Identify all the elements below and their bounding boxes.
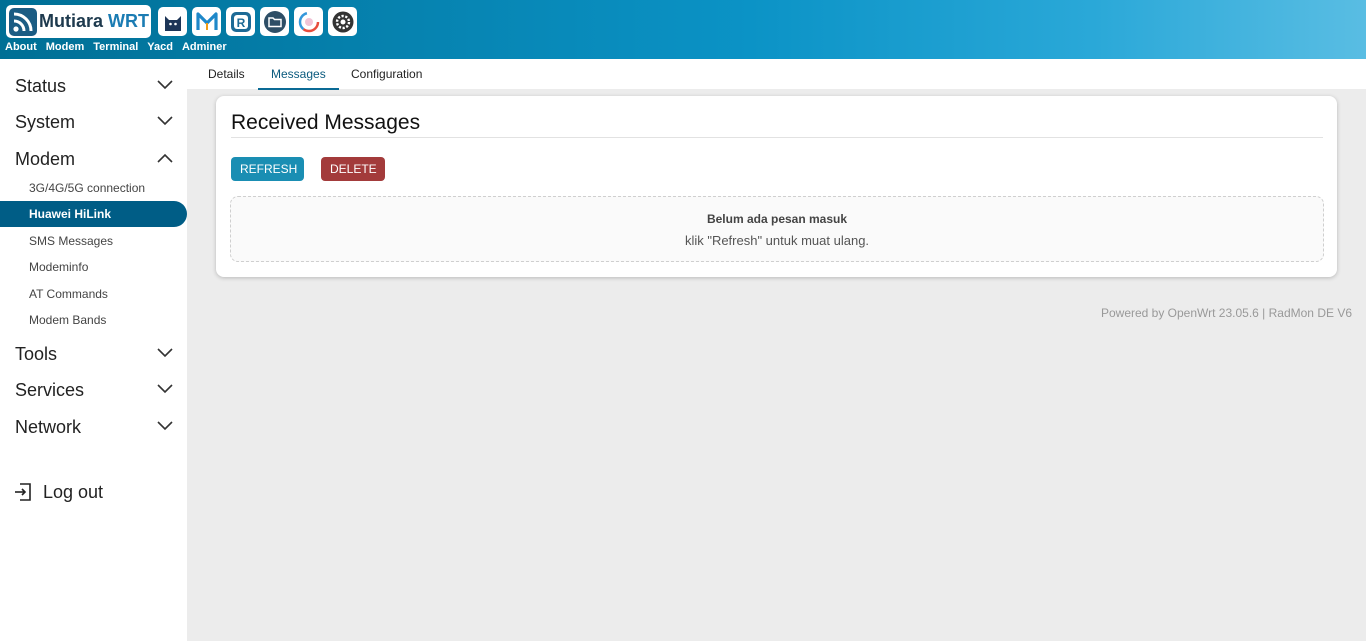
sidebar: Status System Modem 3G/4G/5G connection … [0,59,187,641]
sidebar-item-sms-messages[interactable]: SMS Messages [0,228,187,254]
sidebar-item-at-commands[interactable]: AT Commands [0,281,187,307]
sidebar-section-modem[interactable]: Modem [0,143,187,173]
sidebar-item-huawei-hilink[interactable]: Huawei HiLink [0,201,187,227]
empty-state-title: Belum ada pesan masuk [706,212,848,226]
sidebar-section-label: Network [15,417,82,437]
tab-configuration[interactable]: Configuration [338,67,435,88]
gauge-icon[interactable] [294,7,323,36]
chevron-down-icon [157,116,173,126]
sidebar-item-label: Modem Bands [29,313,107,327]
chevron-up-icon [157,153,173,163]
sidebar-section-system[interactable]: System [0,106,187,136]
nav-about[interactable]: About [5,41,37,53]
r-logo-icon[interactable]: R [226,7,255,36]
sidebar-item-label: Modeminfo [29,260,89,274]
top-nav: About Modem Terminal Yacd Adminer [5,41,227,53]
nav-adminer[interactable]: Adminer [182,41,227,53]
sidebar-section-services[interactable]: Services [0,374,187,404]
chevron-down-icon [157,80,173,90]
tab-messages[interactable]: Messages [258,67,339,90]
sidebar-section-tools[interactable]: Tools [0,338,187,368]
sidebar-section-label: Modem [15,149,76,169]
sidebar-section-network[interactable]: Network [0,411,187,441]
empty-messages-box: Belum ada pesan masuk klik "Refresh" unt… [230,196,1324,262]
svg-text:R: R [236,16,245,30]
wifi-logo-icon [9,7,37,36]
refresh-button[interactable]: REFRESH [231,157,304,181]
received-messages-card: Received Messages REFRESH DELETE Belum a… [216,96,1337,277]
footer-text: Powered by OpenWrt 23.05.6 | RadMon DE V… [1100,306,1352,320]
brand-name: Mutiara WRT [39,11,150,31]
title-divider [231,137,1323,138]
sidebar-section-label: System [15,112,76,132]
sidebar-item-modeminfo[interactable]: Modeminfo [0,254,187,280]
sidebar-item-label: AT Commands [29,287,108,301]
gear-icon[interactable] [328,7,357,36]
sidebar-section-label: Tools [15,344,58,364]
logout-icon [15,483,31,501]
chevron-down-icon [157,421,173,431]
card-title: Received Messages [231,111,421,134]
delete-button[interactable]: DELETE [321,157,385,181]
m-logo-icon[interactable] [192,7,221,36]
top-header: Mutiara WRT R About Modem Terminal Yacd … [0,0,1366,59]
chevron-down-icon [157,384,173,394]
sidebar-item-label: SMS Messages [29,234,114,248]
chevron-down-icon [157,348,173,358]
brand-logo[interactable]: Mutiara WRT [6,5,151,38]
sidebar-section-status[interactable]: Status [0,70,187,100]
sidebar-item-modem-bands[interactable]: Modem Bands [0,307,187,333]
cat-icon[interactable] [158,7,187,36]
logout-button[interactable]: Log out [13,480,163,506]
sidebar-section-label: Status [15,76,67,96]
tab-details[interactable]: Details [195,67,258,88]
sidebar-item-3g-4g-5g-connection[interactable]: 3G/4G/5G connection [0,175,187,201]
folder-icon[interactable] [260,7,289,36]
sidebar-item-label: Huawei HiLink [29,207,112,221]
nav-modem[interactable]: Modem [46,41,85,53]
sidebar-item-label: 3G/4G/5G connection [29,181,146,195]
nav-yacd[interactable]: Yacd [147,41,173,53]
empty-state-hint: klik "Refresh" untuk muat ulang. [684,233,870,248]
nav-terminal[interactable]: Terminal [93,41,138,53]
sidebar-section-label: Services [15,380,85,400]
tab-bar: Details Messages Configuration [187,59,1366,90]
logout-label: Log out [43,482,104,502]
